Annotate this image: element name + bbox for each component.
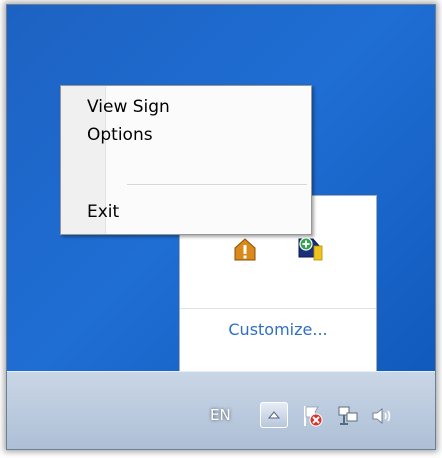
chevron-up-icon bbox=[268, 411, 280, 419]
menu-item-options[interactable]: Options bbox=[43, 121, 307, 149]
menu-item-view-sign[interactable]: View Sign bbox=[43, 93, 307, 121]
context-menu: View Sign Options Exit bbox=[60, 85, 312, 235]
action-center-flag-icon[interactable] bbox=[301, 404, 325, 428]
network-icon[interactable] bbox=[337, 404, 361, 428]
taskbar: EN bbox=[7, 371, 435, 449]
menu-item-exit[interactable]: Exit bbox=[43, 198, 307, 226]
language-indicator[interactable]: EN bbox=[210, 406, 231, 424]
volume-icon[interactable] bbox=[370, 404, 394, 428]
warning-shield-icon[interactable] bbox=[232, 236, 258, 262]
customize-link[interactable]: Customize... bbox=[180, 320, 376, 339]
overflow-divider bbox=[180, 308, 376, 309]
screenshot-frame: Customize... View Sign Options Exit EN bbox=[6, 4, 436, 450]
sign-plus-icon[interactable] bbox=[296, 234, 323, 261]
show-hidden-icons-button[interactable] bbox=[260, 402, 288, 428]
menu-separator bbox=[127, 184, 307, 186]
